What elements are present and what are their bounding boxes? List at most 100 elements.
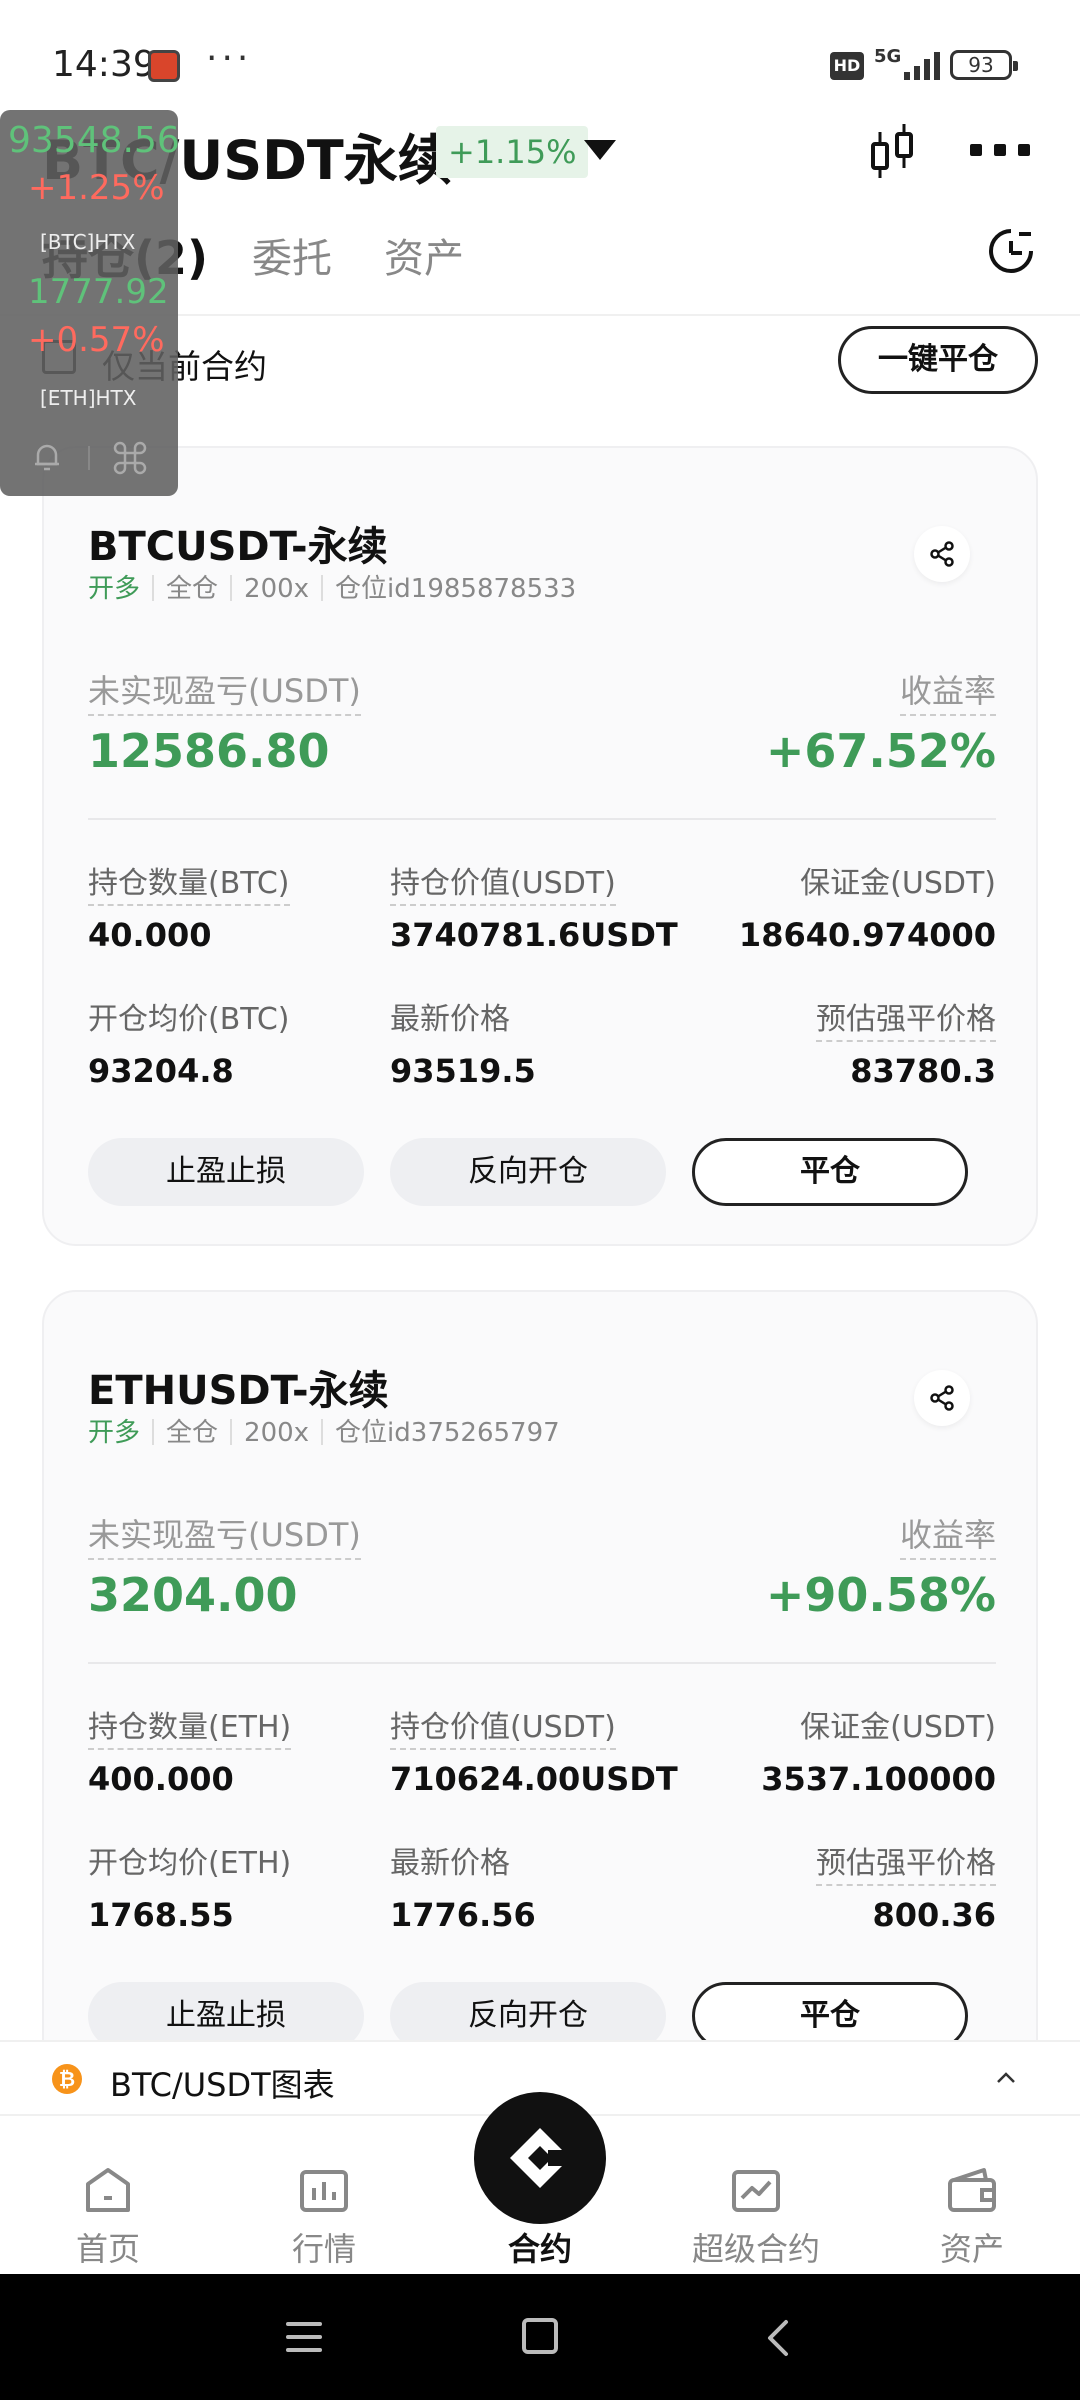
tp-sl-button[interactable]: 止盈止损 (88, 1138, 364, 1206)
nav-super-contract-label: 超级合约 (691, 2230, 820, 2268)
reverse-open-button[interactable]: 反向开仓 (390, 1138, 666, 1206)
share-button[interactable] (914, 1370, 970, 1426)
close-all-button[interactable]: 一键平仓 (838, 326, 1038, 394)
close-position-button[interactable]: 平仓 (692, 1138, 968, 1206)
nav-assets-label: 资产 (939, 2230, 1004, 2268)
battery-indicator: 93 (950, 50, 1018, 80)
position-qty-label[interactable]: 持仓数量(BTC) (88, 858, 290, 906)
contract-nav-button[interactable] (474, 2092, 606, 2224)
roe-value: +67.52% (765, 724, 996, 778)
liquidation-price-value: 83780.3 (850, 1052, 996, 1090)
nav-home-label: 首页 (75, 2230, 140, 2268)
liquidation-price-label[interactable]: 预估强平价格 (816, 1838, 996, 1886)
status-time: 14:39 (52, 44, 156, 85)
notification-app-icon (148, 50, 180, 82)
share-button[interactable] (914, 526, 970, 582)
last-price-value: 1776.56 (390, 1896, 536, 1934)
margin-label: 保证金(USDT) (800, 866, 996, 901)
eth-float-change: +0.57% (28, 320, 165, 360)
liquidation-price-label[interactable]: 预估强平价格 (816, 994, 996, 1042)
leverage: 200x (244, 1418, 310, 1448)
position-card-btc: BTCUSDT-永续 开多 全仓 200x 仓位id1985878533 未实现盈亏(… (42, 446, 1038, 1246)
position-qty-value: 40.000 (88, 916, 212, 954)
unrealized-pnl-value: 12586.80 (88, 724, 330, 778)
system-navigation-bar (0, 2274, 1080, 2400)
widget-separator (88, 446, 90, 470)
position-qty-value: 400.000 (88, 1760, 234, 1798)
last-price-value: 93519.5 (390, 1052, 536, 1090)
wallet-icon (948, 2168, 996, 2212)
card-divider (88, 1662, 996, 1664)
nav-market[interactable]: 行情 (216, 2116, 432, 2274)
entry-price-value: 93204.8 (88, 1052, 234, 1090)
signal-icon (904, 50, 940, 80)
tab-assets[interactable]: 资产 (384, 226, 464, 284)
super-contract-icon (732, 2170, 780, 2212)
tab-orders[interactable]: 委托 (252, 226, 332, 284)
liquidation-price-value: 800.36 (872, 1896, 996, 1934)
nav-home[interactable]: 首页 (0, 2116, 216, 2274)
position-card-eth: ETHUSDT-永续 开多 全仓 200x 仓位id375265797 未实现盈亏(U… (42, 1290, 1038, 2090)
roe-value: +90.58% (765, 1568, 996, 1622)
position-value-value: 710624.00USDT (390, 1760, 678, 1798)
roe-label[interactable]: 收益率 (899, 1510, 996, 1560)
unrealized-pnl-label[interactable]: 未实现盈亏(USDT) (88, 1510, 361, 1560)
eth-float-symbol: [ETH]HTX (40, 386, 137, 410)
position-tags: 开多 全仓 200x 仓位id375265797 (88, 1412, 560, 1449)
btc-float-change: +1.25% (28, 168, 165, 208)
last-price-label: 最新价格 (390, 1846, 510, 1881)
margin-mode: 全仓 (166, 574, 219, 604)
history-icon[interactable] (986, 226, 1036, 276)
nav-assets[interactable]: 资产 (864, 2116, 1080, 2274)
network-type: 5G (874, 46, 902, 67)
chart-label: BTC/USDT图表 (110, 2066, 335, 2104)
more-menu-icon[interactable] (970, 144, 1030, 158)
roe-label[interactable]: 收益率 (899, 666, 996, 716)
card-divider (88, 818, 996, 820)
last-price-label: 最新价格 (390, 1002, 510, 1037)
nav-contract-label: 合约 (507, 2230, 572, 2268)
unrealized-pnl-label[interactable]: 未实现盈亏(USDT) (88, 666, 361, 716)
btc-float-price: 93548.56 (8, 120, 180, 161)
entry-price-label: 开仓均价(ETH) (88, 1846, 292, 1881)
home-icon (86, 2168, 130, 2212)
position-id: 仓位id1985878533 (335, 574, 577, 604)
unrealized-pnl-value: 3204.00 (88, 1568, 298, 1622)
position-value-label[interactable]: 持仓价值(USDT) (390, 1702, 616, 1750)
candlestick-chart-icon[interactable] (868, 122, 918, 182)
entry-price-label: 开仓均价(BTC) (88, 1002, 290, 1037)
margin-label: 保证金(USDT) (800, 1710, 996, 1745)
position-symbol[interactable]: BTCUSDT-永续 (88, 514, 388, 572)
position-symbol[interactable]: ETHUSDT-永续 (88, 1358, 389, 1416)
btc-float-symbol: [BTC]HTX (40, 230, 136, 254)
share-icon (930, 1385, 954, 1411)
position-qty-label[interactable]: 持仓数量(ETH) (88, 1702, 292, 1750)
position-id: 仓位id375265797 (335, 1418, 560, 1448)
pair-dropdown-icon[interactable] (584, 140, 616, 160)
home-button-icon[interactable] (522, 2318, 558, 2354)
eth-float-price: 1777.92 (28, 272, 169, 312)
chevron-up-icon[interactable] (996, 2068, 1016, 2088)
position-tags: 开多 全仓 200x 仓位id1985878533 (88, 568, 576, 605)
margin-value: 18640.974000 (738, 916, 996, 954)
margin-value: 3537.100000 (761, 1760, 996, 1798)
position-side: 开多 (88, 574, 141, 604)
bitcoin-icon: ₿ (52, 2064, 82, 2094)
recent-apps-icon[interactable] (286, 2322, 322, 2352)
pair-change-badge: +1.15% (436, 126, 589, 178)
position-side: 开多 (88, 1418, 141, 1448)
command-icon[interactable] (112, 440, 148, 476)
margin-mode: 全仓 (166, 1418, 219, 1448)
bell-icon[interactable] (30, 440, 64, 474)
contract-icon (510, 2128, 574, 2188)
entry-price-value: 1768.55 (88, 1896, 234, 1934)
share-icon (930, 541, 954, 567)
hd-icon: HD (830, 52, 864, 80)
bottom-navigation: 首页 行情 合约 超级合约 资产 (0, 2092, 1080, 2274)
floating-price-widget[interactable]: 93548.56 +1.25% [BTC]HTX 1777.92 +0.57% … (0, 110, 180, 496)
position-value-value: 3740781.6USDT (390, 916, 678, 954)
market-icon (300, 2170, 348, 2212)
position-value-label[interactable]: 持仓价值(USDT) (390, 858, 616, 906)
back-icon[interactable] (760, 2318, 796, 2358)
nav-super-contract[interactable]: 超级合约 (648, 2116, 864, 2274)
